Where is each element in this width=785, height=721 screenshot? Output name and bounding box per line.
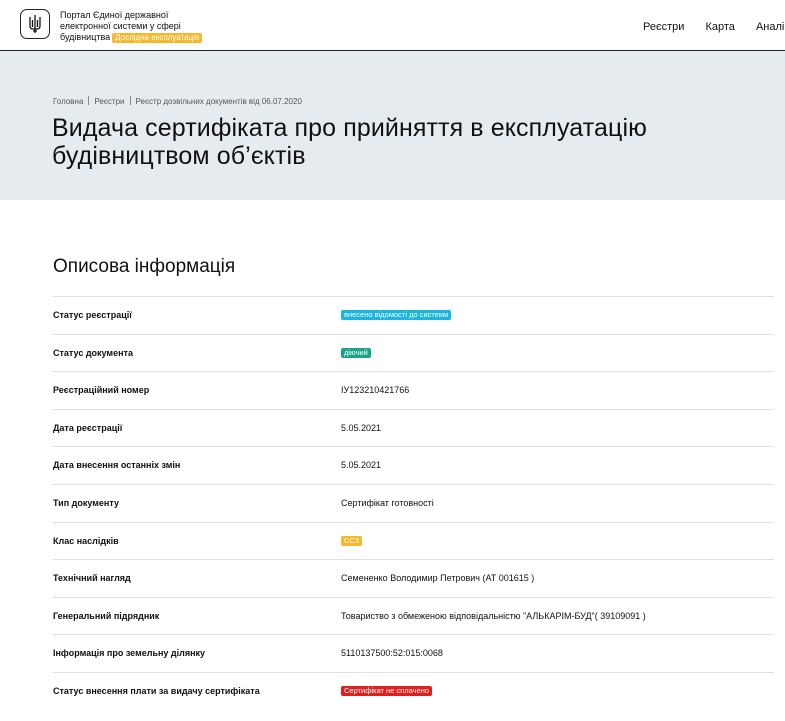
row-consequence-class: Клас наслідків СС3: [53, 521, 774, 560]
breadcrumb-home[interactable]: Головна: [53, 97, 83, 106]
row-label: Дата внесення останніх змін: [53, 460, 181, 471]
row-value: Товариство з обмеженою відповідальністю …: [341, 610, 646, 621]
row-general-contractor: Генеральний підрядник Товариство з обмеж…: [53, 596, 774, 635]
breadcrumb: Головна Реєстри Реєстр дозвільних документ…: [53, 96, 302, 106]
row-value: Семененко Володимир Петрович (АТ 001615 …: [341, 573, 535, 584]
status-badge: діючий: [341, 347, 371, 358]
row-land-plot-info: Інформація про земельну ділянку 51101375…: [53, 634, 774, 672]
breadcrumb-separator: [129, 96, 131, 105]
row-value: Сертифікат готовності: [341, 497, 434, 508]
row-label: Статус внесення плати за видачу сертифік…: [53, 685, 260, 696]
row-label: Клас наслідків: [53, 535, 119, 546]
brand-line-3: будівництва: [60, 32, 111, 42]
nav-registries[interactable]: Реєстри: [643, 21, 684, 33]
row-registration-number: Реєстраційний номер ІУ123210421766: [53, 371, 774, 409]
breadcrumb-separator: [88, 96, 90, 105]
top-header: Портал Єдиної державної електронної сист…: [0, 0, 785, 51]
portal-brand[interactable]: Портал Єдиної державної електронної сист…: [60, 10, 203, 43]
row-label: Статус реєстрації: [53, 310, 132, 320]
row-label: Дата реєстрації: [53, 422, 123, 433]
page-hero: Головна Реєстри Реєстр дозвільних документ…: [0, 51, 785, 200]
row-last-change-date: Дата внесення останніх змін 5.05.2021: [53, 446, 774, 484]
row-registration-date: Дата реєстрації 5.05.2021: [53, 408, 774, 447]
breadcrumb-registries[interactable]: Реєстри: [94, 97, 124, 106]
page-title-line-1: Видача сертифіката про прийняття в експл…: [52, 114, 647, 142]
info-table: Статус реєстрації внесено відомості до с…: [53, 296, 774, 710]
breadcrumb-current[interactable]: Реєстр дозвільних документів від 06.07.2…: [136, 97, 302, 106]
row-value: 5.05.2021: [341, 422, 382, 433]
row-document-type: Тип документу Сертифікат готовності: [53, 483, 774, 522]
brand-line-2: електронної системи у сфері: [60, 21, 181, 31]
row-label: Технічний нагляд: [53, 573, 131, 584]
top-navigation: Реєстри Карта Аналі: [643, 21, 785, 33]
payment-status-badge: Сертифікат не сплачено: [341, 685, 433, 696]
row-registration-status: Статус реєстрації внесено відомості до с…: [53, 296, 774, 334]
trident-logo-icon[interactable]: [20, 9, 50, 39]
page-title-line-2: будівництвом об’єктів: [52, 142, 306, 170]
status-badge: внесено відомості до системи: [341, 310, 452, 320]
row-label: Інформація про земельну ділянку: [53, 648, 206, 659]
beta-badge: Дослідна експлуатація: [112, 33, 203, 43]
row-value: 5110137500:52:015:0068: [341, 648, 443, 659]
row-payment-status: Статус внесення плати за видачу сертифік…: [53, 671, 774, 710]
brand-line-1: Портал Єдиної державної: [60, 10, 169, 20]
brand-line-3-wrap: будівництва Дослідна експлуатація: [60, 32, 203, 43]
coat-of-arms-icon: [29, 15, 41, 33]
row-label: Тип документу: [53, 497, 119, 508]
row-technical-supervision: Технічний нагляд Семененко Володимир Пет…: [53, 559, 774, 597]
nav-map[interactable]: Карта: [705, 21, 734, 33]
row-label: Реєстраційний номер: [53, 385, 150, 396]
section-title: Описова інформація: [53, 256, 236, 277]
page-title: Видача сертифіката про прийняття в експл…: [52, 114, 647, 170]
row-label: Статус документа: [53, 347, 133, 358]
row-document-status: Статус документа діючий: [53, 333, 774, 372]
nav-analytics[interactable]: Аналі: [756, 21, 784, 33]
row-value: 5.05.2021: [341, 460, 382, 471]
class-badge: СС3: [341, 535, 363, 546]
row-label: Генеральний підрядник: [53, 610, 160, 621]
row-value: ІУ123210421766: [341, 385, 410, 396]
